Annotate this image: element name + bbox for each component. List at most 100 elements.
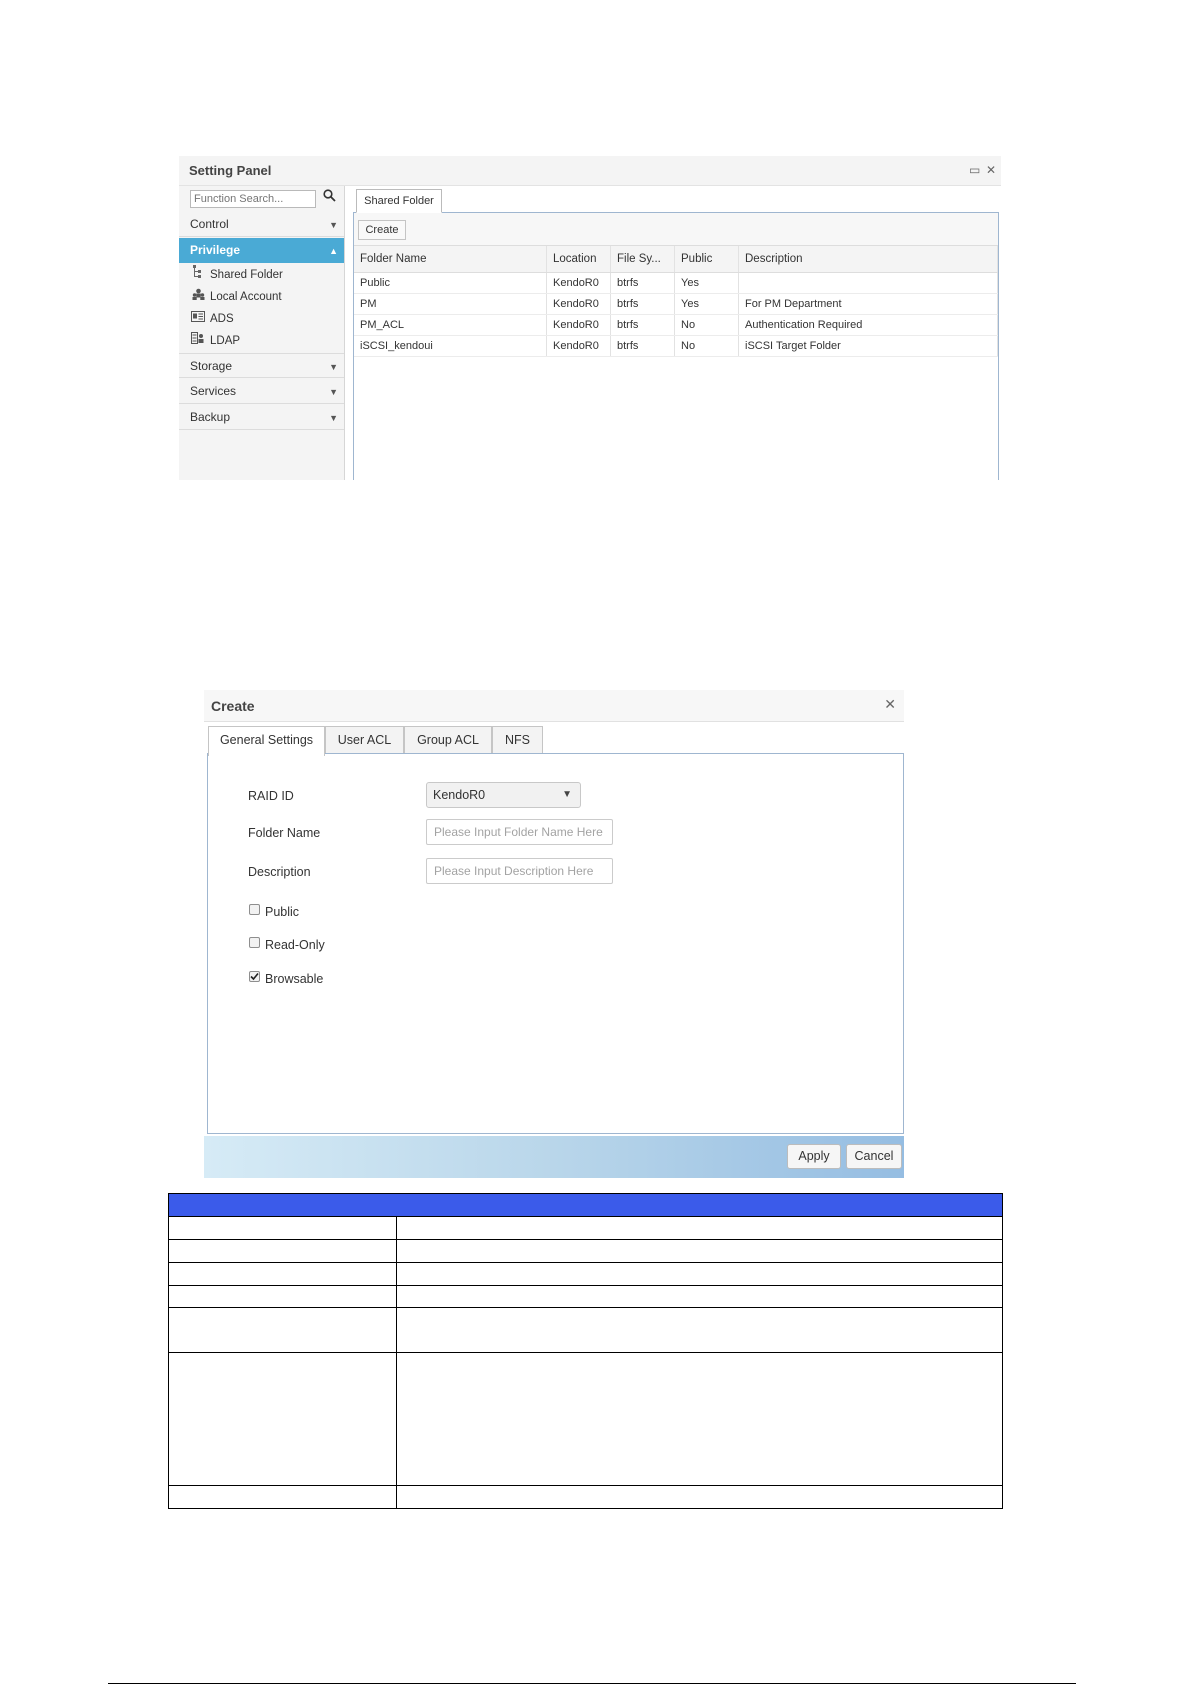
search-icon[interactable] [323,189,336,205]
sidebar-item-label: LDAP [210,335,241,347]
page-footer-rule [108,1683,1076,1684]
document-table-row [168,1286,1003,1308]
nav-category-services[interactable]: Services ▼ [179,379,344,404]
cell-folder-name: PM [354,294,547,314]
cell-public: No [675,336,739,356]
sidebar-item-label: ADS [210,313,234,325]
table-row[interactable]: Public KendoR0 btrfs Yes [354,273,998,294]
sidebar-item-ldap[interactable]: LDAP [179,330,344,352]
setting-panel-window: Setting Panel ▭ ✕ Control ▼ Privilege ▲ … [179,156,1001,480]
close-icon[interactable]: ✕ [986,163,996,177]
column-header-public[interactable]: Public [675,246,739,272]
document-table-cell [169,1217,397,1239]
create-button[interactable]: Create [358,220,406,240]
cell-public: Yes [675,294,739,314]
tab-nfs[interactable]: NFS [492,726,543,754]
tab-group-acl[interactable]: Group ACL [404,726,492,754]
document-table-row [168,1486,1003,1509]
shared-folder-tab-body: Create Folder Name Location File Sy... P… [353,212,999,480]
document-table [168,1193,1003,1509]
sidebar: Control ▼ Privilege ▲ Shared Folder Loca… [179,186,345,480]
column-header-description[interactable]: Description [739,246,998,272]
nav-category-label: Control [190,217,229,231]
read-only-checkbox[interactable] [249,937,260,948]
grid-header-row: Folder Name Location File Sy... Public D… [354,246,998,273]
raid-id-select[interactable]: KendoR0 ▼ [426,782,581,808]
cell-location: KendoR0 [547,336,611,356]
tab-shared-folder[interactable]: Shared Folder [356,189,442,213]
cell-description: iSCSI Target Folder [739,336,998,356]
document-table-cell [169,1486,397,1508]
document-table-row [168,1263,1003,1286]
tab-user-acl[interactable]: User ACL [325,726,404,754]
tab-general-settings[interactable]: General Settings [208,726,325,756]
read-only-checkbox-label: Read-Only [265,938,325,952]
nav-category-label: Storage [190,359,233,373]
nav-category-backup[interactable]: Backup ▼ [179,405,344,430]
browsable-checkbox-label: Browsable [265,972,324,986]
column-header-folder-name[interactable]: Folder Name [354,246,547,272]
directory-icon [190,330,206,352]
browsable-checkbox[interactable] [249,971,260,982]
id-card-icon [190,308,206,330]
cell-location: KendoR0 [547,315,611,335]
function-search-input[interactable] [190,190,316,208]
column-header-file-system[interactable]: File Sy... [611,246,675,272]
column-header-location[interactable]: Location [547,246,611,272]
dialog-titlebar: Create ✕ [204,690,904,722]
table-row[interactable]: iSCSI_kendoui KendoR0 btrfs No iSCSI Tar… [354,336,998,357]
sidebar-item-shared-folder[interactable]: Shared Folder [179,264,344,286]
chevron-down-icon: ▼ [329,387,338,397]
tree-icon [190,264,206,286]
folder-name-label: Folder Name [248,826,321,840]
general-settings-panel: RAID ID KendoR0 ▼ Folder Name Descriptio… [207,753,904,1134]
cell-description: Authentication Required [739,315,998,335]
cell-public: Yes [675,273,739,293]
cancel-button[interactable]: Cancel [846,1144,902,1169]
raid-id-value: KendoR0 [433,788,486,802]
chevron-down-icon: ▼ [562,789,572,800]
sidebar-item-local-account[interactable]: Local Account [179,286,344,308]
nav-category-privilege[interactable]: Privilege ▲ [179,238,344,263]
sidebar-item-ads[interactable]: ADS [179,308,344,330]
document-table-row [168,1308,1003,1353]
chevron-up-icon: ▲ [329,246,338,256]
cell-folder-name: Public [354,273,547,293]
folder-name-input[interactable] [426,819,613,845]
content-area: Shared Folder Create Folder Name Locatio… [348,186,1001,480]
dialog-title: Create [211,698,255,714]
document-table-cell [169,1263,397,1285]
checkmark-icon [250,972,259,981]
cell-public: No [675,315,739,335]
cell-file-system: btrfs [611,294,675,314]
description-input[interactable] [426,858,613,884]
cell-file-system: btrfs [611,336,675,356]
table-row[interactable]: PM KendoR0 btrfs Yes For PM Department [354,294,998,315]
panel-title: Setting Panel [189,163,272,178]
document-table-cell [169,1286,397,1307]
document-table-row [168,1217,1003,1240]
cell-file-system: btrfs [611,315,675,335]
description-label: Description [248,865,311,879]
restore-icon[interactable]: ▭ [969,163,980,177]
nav-category-control[interactable]: Control ▼ [179,212,344,237]
public-checkbox[interactable] [249,904,260,915]
close-icon[interactable]: ✕ [884,696,896,713]
chevron-down-icon: ▼ [329,220,338,230]
nav-category-storage[interactable]: Storage ▼ [179,353,344,378]
apply-button[interactable]: Apply [787,1144,841,1169]
create-dialog: Create ✕ General Settings User ACL Group… [204,690,904,1178]
cell-description [739,273,998,293]
document-table-header [168,1193,1003,1217]
document-table-cell [169,1240,397,1262]
grid-toolbar: Create [354,213,998,246]
table-row[interactable]: PM_ACL KendoR0 btrfs No Authentication R… [354,315,998,336]
chevron-down-icon: ▼ [329,362,338,372]
users-icon [190,286,206,308]
document-table-cell [169,1353,397,1485]
cell-location: KendoR0 [547,273,611,293]
document-table-row [168,1240,1003,1263]
cell-location: KendoR0 [547,294,611,314]
cell-description: For PM Department [739,294,998,314]
nav-category-label: Services [190,384,237,398]
